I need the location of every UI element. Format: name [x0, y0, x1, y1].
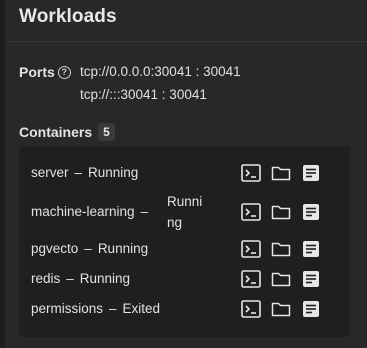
container-name: permissions: [31, 301, 104, 316]
logs-icon[interactable]: [301, 270, 321, 288]
container-entry: pgvecto – Running: [31, 241, 148, 256]
container-status: Exited: [122, 301, 161, 316]
container-status: Running: [79, 271, 131, 286]
terminal-icon[interactable]: [241, 203, 261, 221]
container-actions-redis: [241, 270, 321, 288]
port-mapping: tcp://0.0.0.0:30041 : 30041: [80, 64, 241, 79]
logs-icon[interactable]: [301, 240, 321, 258]
folder-icon[interactable]: [271, 300, 291, 318]
containers-section-label: Containers 5: [19, 123, 115, 141]
container-actions-permissions: [241, 300, 321, 318]
help-circle-icon[interactable]: ?: [57, 65, 71, 79]
container-name: pgvecto: [31, 241, 79, 256]
logs-icon[interactable]: [301, 203, 321, 221]
folder-icon[interactable]: [271, 240, 291, 258]
container-status: Running: [97, 241, 149, 256]
separator: –: [140, 204, 149, 219]
containers-label-text: Containers: [19, 124, 93, 140]
container-status: Running: [88, 165, 139, 180]
folder-icon[interactable]: [271, 270, 291, 288]
logs-icon[interactable]: [301, 300, 321, 318]
port-mapping: tcp://:::30041 : 30041: [80, 87, 207, 102]
separator: –: [109, 301, 117, 316]
container-entry: permissions – Exited: [31, 301, 160, 316]
container-actions-pgvecto: [241, 240, 321, 258]
container-entry: machine-learning –: [31, 204, 154, 219]
container-name: server: [31, 165, 69, 180]
title-divider: [5, 41, 367, 42]
separator: –: [74, 165, 83, 180]
workloads-card: Workloads Ports ? tcp://0.0.0.0:30041 : …: [5, 0, 367, 348]
ports-label-text: Ports: [19, 64, 55, 80]
container-entry: redis – Running: [31, 271, 130, 286]
container-entry: server – Running: [31, 165, 138, 180]
container-actions-machine-learning: [241, 203, 321, 221]
folder-icon[interactable]: [271, 203, 291, 221]
container-name: machine-learning: [31, 204, 135, 219]
terminal-icon[interactable]: [241, 270, 261, 288]
separator: –: [66, 271, 74, 286]
logs-icon[interactable]: [301, 164, 321, 182]
container-name: redis: [31, 271, 61, 286]
ports-section-label: Ports ?: [19, 64, 71, 80]
separator: –: [84, 241, 92, 256]
container-actions-server: [241, 164, 321, 182]
container-status: Running: [167, 194, 203, 230]
containers-count-badge: 5: [98, 123, 115, 141]
terminal-icon[interactable]: [241, 240, 261, 258]
terminal-icon[interactable]: [241, 300, 261, 318]
containers-list: server – Running machine-learning – Running…: [19, 146, 350, 337]
folder-icon[interactable]: [271, 164, 291, 182]
card-title: Workloads: [19, 6, 117, 27]
terminal-icon[interactable]: [241, 164, 261, 182]
